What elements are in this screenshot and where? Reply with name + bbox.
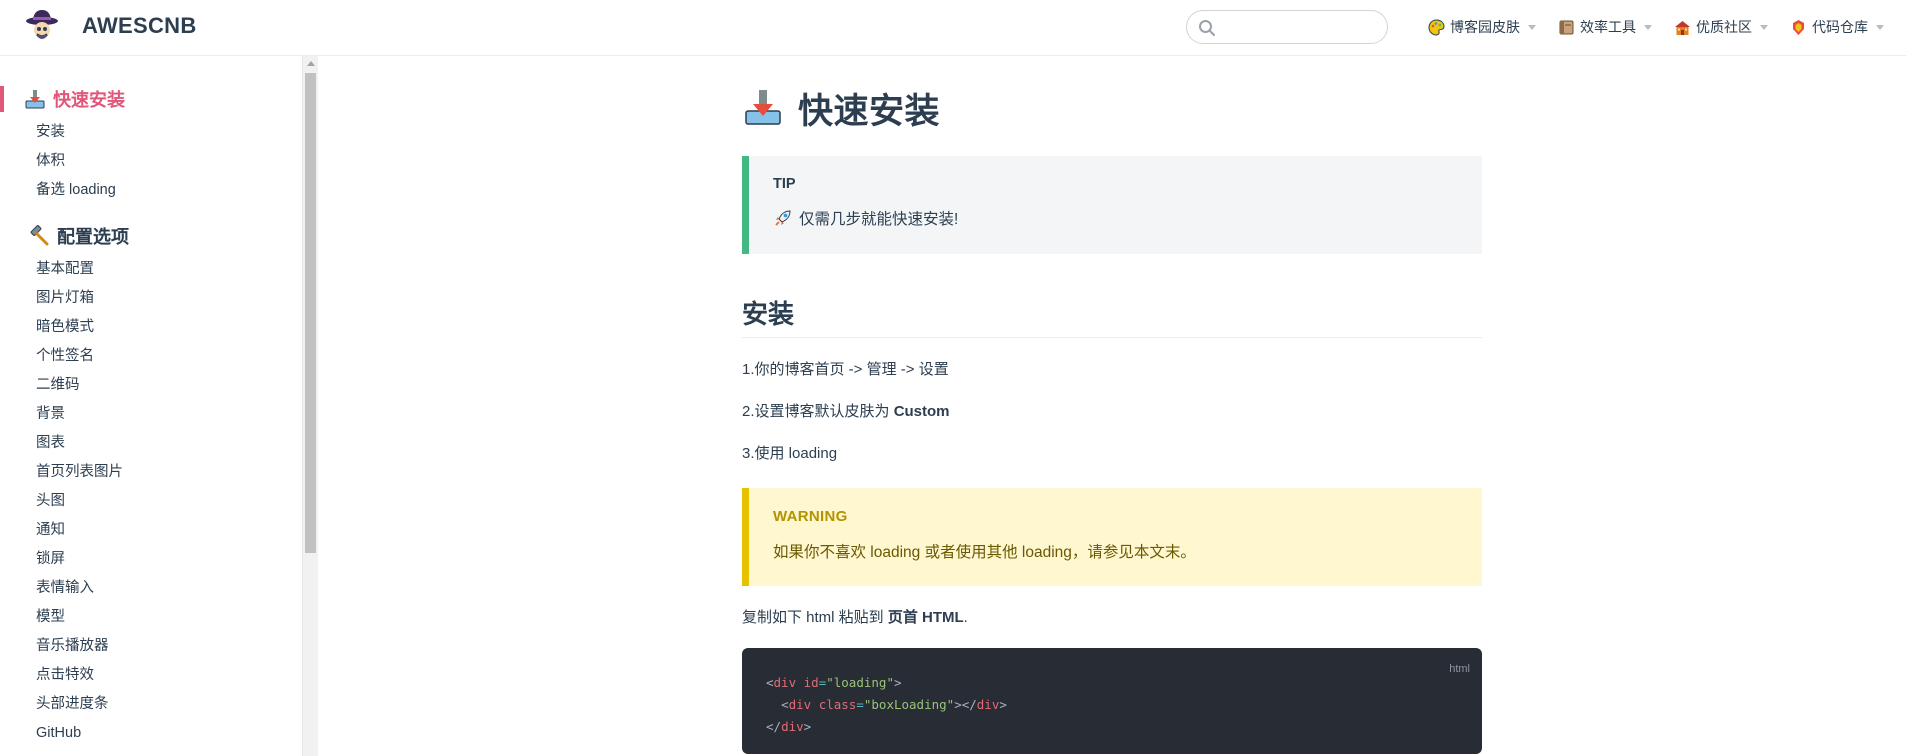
sidebar-item[interactable]: 图片灯箱: [0, 284, 302, 313]
chevron-down-icon: [1876, 24, 1884, 30]
sidebar: 快速安装 安装 体积 备选 loading 配置选项 基本配置 图片灯箱 暗色模…: [0, 56, 304, 756]
copy-instruction: 复制如下 html 粘贴到 页首 HTML.: [742, 609, 968, 626]
chevron-down-icon: [1644, 24, 1652, 30]
scroll-thumb[interactable]: [305, 73, 316, 553]
sidebar-item[interactable]: 个性签名: [0, 342, 302, 371]
install-icon: [25, 90, 45, 109]
nav-item-repo[interactable]: 代码仓库: [1790, 17, 1884, 37]
search-icon: [1199, 20, 1215, 36]
sidebar-group-title[interactable]: 配置选项: [0, 223, 302, 249]
scroll-up-arrow-icon[interactable]: [307, 61, 315, 66]
code-line: <div class="boxLoading"></div>: [781, 697, 1007, 712]
nav-item-skins[interactable]: 博客园皮肤: [1428, 17, 1536, 37]
tip-body: 仅需几步就能快速安装!: [773, 207, 1458, 229]
sidebar-group-title[interactable]: 快速安装: [0, 86, 302, 112]
palette-icon: [1428, 18, 1445, 36]
code-line: </div>: [766, 719, 812, 734]
sidebar-item[interactable]: 体积: [0, 147, 302, 176]
repo-icon: [1793, 19, 1804, 35]
page-title: 快速安装: [742, 84, 1482, 132]
sidebar-item[interactable]: 暗色模式: [0, 313, 302, 342]
brand-title: AWESCNB: [82, 13, 197, 38]
sidebar-item[interactable]: 图表: [0, 429, 302, 458]
nav-item-label: 优质社区: [1696, 19, 1752, 35]
tip-box: TIP 仅需几步就能快速安装!: [742, 156, 1482, 254]
sidebar-item[interactable]: 二维码: [0, 371, 302, 400]
main-content: 快速安装 TIP 仅需几步就能快速安装! 安装 1.你的博客首页 -> 管理 -…: [742, 56, 1482, 754]
code-line: <div id="loading">: [766, 675, 902, 690]
sidebar-group-config: 配置选项 基本配置 图片灯箱 暗色模式 个性签名 二维码 背景 图表 首页列表图…: [0, 223, 302, 748]
sidebar-item[interactable]: 备选 loading: [0, 176, 302, 205]
sidebar-item[interactable]: 头部进度条: [0, 690, 302, 719]
sidebar-item[interactable]: GitHub: [0, 719, 302, 748]
nav-item-label: 博客园皮肤: [1450, 19, 1520, 35]
warning-box: WARNING 如果你不喜欢 loading 或者使用其他 loading，请参…: [742, 488, 1482, 586]
warning-title: WARNING: [773, 508, 848, 525]
brand[interactable]: AWESCNB: [24, 8, 197, 44]
sidebar-item[interactable]: 通知: [0, 516, 302, 545]
code-block[interactable]: html <div id="loading"> <div class="boxL…: [742, 648, 1482, 754]
sidebar-item[interactable]: 点击特效: [0, 661, 302, 690]
sidebar-item[interactable]: 头图: [0, 487, 302, 516]
sidebar-item[interactable]: 模型: [0, 603, 302, 632]
toolbox-icon: [1559, 20, 1574, 34]
nav-item-community[interactable]: 优质社区: [1674, 17, 1768, 37]
search-box[interactable]: [1186, 10, 1388, 44]
rocket-icon: [775, 210, 791, 226]
sidebar-item[interactable]: 背景: [0, 400, 302, 429]
warning-body: 如果你不喜欢 loading 或者使用其他 loading，请参见本文末。: [773, 544, 1196, 561]
nav-item-label: 效率工具: [1580, 19, 1636, 35]
sidebar-item[interactable]: 音乐播放器: [0, 632, 302, 661]
nav-links: 博客园皮肤 效率工具 优质社区 代码仓库: [1186, 10, 1884, 44]
logo-icon: [26, 10, 58, 39]
section-title: 安装: [742, 294, 1482, 338]
code-language: html: [1449, 663, 1470, 675]
chevron-down-icon: [1528, 24, 1536, 30]
community-icon: [1675, 20, 1690, 35]
sidebar-item[interactable]: 安装: [0, 118, 302, 147]
hammer-icon: [30, 225, 49, 246]
navbar: AWESCNB 博客园皮肤 效率工具 优质社区 代码仓库: [0, 0, 1906, 56]
chevron-down-icon: [1760, 24, 1768, 30]
nav-item-label: 代码仓库: [1812, 19, 1868, 35]
step-2: 2.设置博客默认皮肤为 Custom: [742, 403, 950, 420]
sidebar-scrollbar[interactable]: [302, 56, 318, 756]
step-1: 1.你的博客首页 -> 管理 -> 设置: [742, 361, 949, 378]
step-3: 3.使用 loading: [742, 445, 838, 462]
nav-item-tools[interactable]: 效率工具: [1558, 17, 1652, 37]
sidebar-item[interactable]: 基本配置: [0, 255, 302, 284]
sidebar-item[interactable]: 表情输入: [0, 574, 302, 603]
sidebar-item[interactable]: 锁屏: [0, 545, 302, 574]
tip-title: TIP: [773, 176, 796, 192]
sidebar-group-install: 快速安装 安装 体积 备选 loading: [0, 86, 302, 205]
sidebar-item[interactable]: 首页列表图片: [0, 458, 302, 487]
install-icon: [745, 90, 781, 125]
search-input[interactable]: [1187, 11, 1387, 43]
